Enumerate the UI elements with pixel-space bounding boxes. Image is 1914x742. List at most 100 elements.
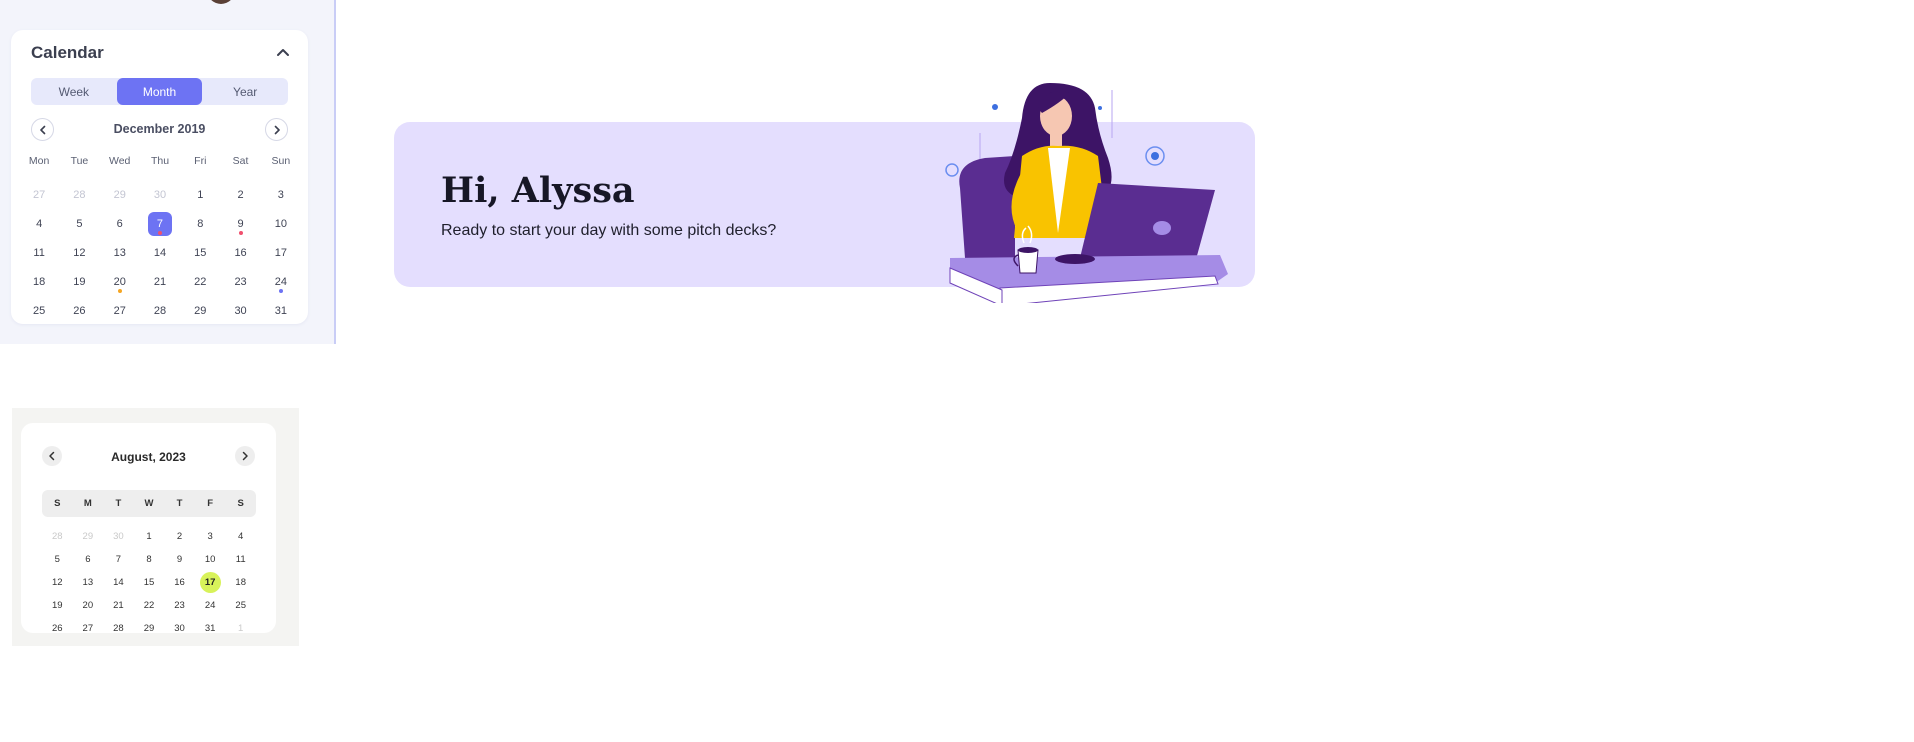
calendar-day[interactable]: 1 — [180, 180, 220, 209]
mini-day[interactable]: 12 — [42, 571, 73, 594]
calendar-day-number: 26 — [73, 304, 86, 317]
mini-day[interactable]: 8 — [134, 548, 165, 571]
calendar-day[interactable]: 9 — [220, 209, 260, 238]
mini-day[interactable]: 4 — [225, 525, 256, 548]
greeting-subtitle: Ready to start your day with some pitch … — [441, 222, 777, 239]
next-month-button[interactable] — [265, 118, 288, 141]
mini-day[interactable]: 7 — [103, 548, 134, 571]
calendar-day[interactable]: 31 — [261, 296, 301, 325]
calendar-day-number: 31 — [274, 304, 287, 317]
mini-day[interactable]: 28 — [103, 617, 134, 640]
mini-day[interactable]: 14 — [103, 571, 134, 594]
calendar-day-number: 29 — [194, 304, 207, 317]
calendar-day[interactable]: 29 — [180, 296, 220, 325]
calendar-day[interactable]: 11 — [19, 238, 59, 267]
calendar-day[interactable]: 23 — [220, 267, 260, 296]
calendar-day-number: 21 — [153, 275, 167, 288]
calendar-day[interactable]: 4 — [19, 209, 59, 238]
greeting-heading: Hi, Alyssa — [441, 170, 635, 211]
calendar-day[interactable]: 17 — [261, 238, 301, 267]
calendar-day[interactable]: 12 — [59, 238, 99, 267]
weekday-label: Thu — [150, 155, 170, 167]
calendar-day-number: 18 — [33, 275, 46, 288]
mini-day-today[interactable]: 17 — [195, 571, 226, 594]
calendar-day[interactable]: 15 — [180, 238, 220, 267]
mini-day[interactable]: 1 — [134, 525, 165, 548]
calendar-day[interactable]: 30 — [220, 296, 260, 325]
calendar-day[interactable]: 29 — [100, 180, 140, 209]
calendar-day-selected[interactable]: 7 — [140, 209, 180, 238]
calendar-day[interactable]: 21 — [140, 267, 180, 296]
weekday-label: Wed — [109, 155, 131, 167]
mini-day[interactable]: 29 — [73, 525, 104, 548]
mini-day[interactable]: 10 — [195, 548, 226, 571]
calendar-day[interactable]: 10 — [261, 209, 301, 238]
mini-day-number: 25 — [235, 600, 246, 611]
calendar-day-number: 25 — [33, 304, 46, 317]
mini-day[interactable]: 19 — [42, 594, 73, 617]
calendar-day[interactable]: 18 — [19, 267, 59, 296]
month-label: December 2019 — [113, 122, 206, 136]
mini-day[interactable]: 30 — [103, 525, 134, 548]
mini-day[interactable]: 25 — [225, 594, 256, 617]
mini-day[interactable]: 1 — [225, 617, 256, 640]
mini-day[interactable]: 13 — [73, 571, 104, 594]
calendar-day[interactable]: 2 — [220, 180, 260, 209]
calendar-day[interactable]: 30 — [140, 180, 180, 209]
mini-day[interactable]: 5 — [42, 548, 73, 571]
calendar-day[interactable]: 28 — [59, 180, 99, 209]
calendar-day[interactable]: 16 — [220, 238, 260, 267]
mini-day[interactable]: 28 — [42, 525, 73, 548]
view-week-tab[interactable]: Week — [31, 78, 117, 105]
calendar-day[interactable]: 27 — [100, 296, 140, 325]
calendar-day[interactable]: 19 — [59, 267, 99, 296]
mini-day[interactable]: 23 — [164, 594, 195, 617]
avatar[interactable] — [207, 0, 235, 4]
view-month-tab[interactable]: Month — [116, 78, 203, 105]
calendar-day[interactable]: 8 — [180, 209, 220, 238]
calendar-day[interactable]: 20 — [100, 267, 140, 296]
calendar-day[interactable]: 22 — [180, 267, 220, 296]
mini-day[interactable]: 31 — [195, 617, 226, 640]
mini-day[interactable]: 11 — [225, 548, 256, 571]
mini-day[interactable]: 30 — [164, 617, 195, 640]
calendar-day[interactable]: 3 — [261, 180, 301, 209]
calendar-day[interactable]: 6 — [100, 209, 140, 238]
mini-day[interactable]: 26 — [42, 617, 73, 640]
calendar-day[interactable]: 26 — [59, 296, 99, 325]
calendar-day[interactable]: 24 — [261, 267, 301, 296]
mini-day[interactable]: 15 — [134, 571, 165, 594]
mini-day[interactable]: 21 — [103, 594, 134, 617]
mini-day[interactable]: 3 — [195, 525, 226, 548]
calendar-day-number: 29 — [113, 188, 126, 201]
calendar-day-number: 12 — [73, 246, 86, 259]
calendar-day[interactable]: 28 — [140, 296, 180, 325]
weekday-label: Tue — [70, 155, 89, 167]
calendar-day-number: 6 — [116, 217, 123, 230]
calendar-day-number: 11 — [33, 246, 45, 259]
mini-day-number: 5 — [54, 554, 60, 565]
view-year-tab[interactable]: Year — [202, 78, 288, 105]
calendar-day[interactable]: 5 — [59, 209, 99, 238]
mini-day-number: 6 — [85, 554, 91, 565]
mini-day[interactable]: 20 — [73, 594, 104, 617]
mini-day[interactable]: 6 — [73, 548, 104, 571]
mini-next-month-button[interactable] — [235, 446, 255, 466]
mini-day[interactable]: 16 — [164, 571, 195, 594]
mini-day[interactable]: 18 — [225, 571, 256, 594]
calendar-day[interactable]: 13 — [100, 238, 140, 267]
collapse-button[interactable] — [274, 44, 292, 62]
mini-day[interactable]: 9 — [164, 548, 195, 571]
mini-day-number: 11 — [235, 554, 246, 565]
mini-day-number: 2 — [176, 531, 183, 542]
mini-day[interactable]: 29 — [134, 617, 165, 640]
calendar-day[interactable]: 25 — [19, 296, 59, 325]
mini-day[interactable]: 27 — [73, 617, 104, 640]
calendar-day-number: 27 — [33, 188, 46, 201]
calendar-day[interactable]: 27 — [19, 180, 59, 209]
mini-day[interactable]: 24 — [195, 594, 226, 617]
calendar-day-number: 4 — [36, 217, 43, 230]
mini-day[interactable]: 2 — [164, 525, 195, 548]
calendar-day[interactable]: 14 — [140, 238, 180, 267]
mini-day[interactable]: 22 — [134, 594, 165, 617]
